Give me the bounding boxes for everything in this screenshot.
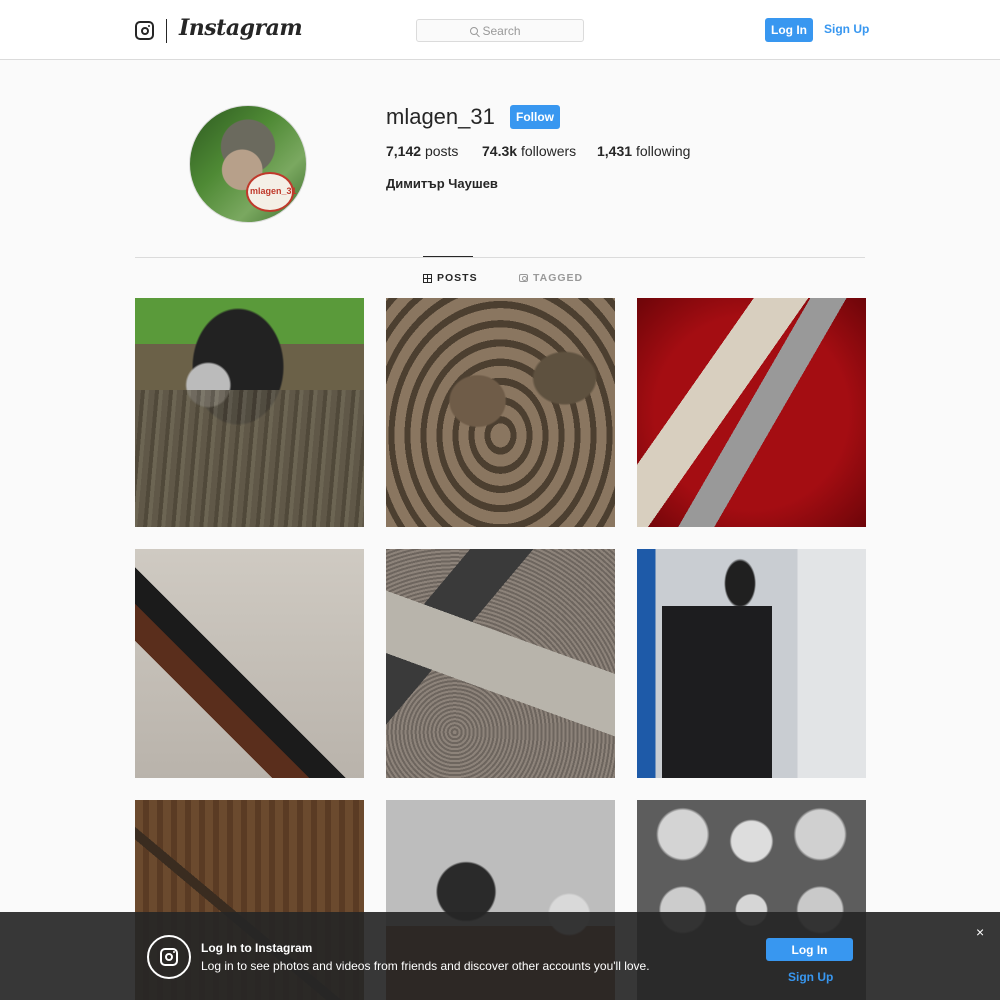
search-icon <box>469 26 478 35</box>
logo-divider <box>166 19 167 43</box>
post-thumbnail-knife[interactable] <box>637 298 866 527</box>
search-box[interactable] <box>416 19 584 42</box>
tabs-divider <box>135 257 865 258</box>
active-tab-indicator <box>423 256 473 257</box>
banner-signup-link[interactable]: Sign Up <box>788 970 833 984</box>
following-label: following <box>635 143 691 159</box>
following-count: 1,431 <box>597 143 633 159</box>
banner-description: Log in to see photos and videos from fri… <box>201 959 650 973</box>
banner-login-button[interactable]: Log In <box>766 938 853 961</box>
post-thumbnail-shotgun[interactable] <box>135 549 364 778</box>
tab-tagged-label: TAGGED <box>533 272 584 284</box>
search-input[interactable] <box>482 23 531 38</box>
banner-title: Log In to Instagram <box>201 941 313 955</box>
profile-avatar: mlagen_31 <box>189 105 307 223</box>
avatar-badge: mlagen_31 <box>246 172 297 212</box>
instagram-wordmark[interactable]: Instagram <box>179 15 303 41</box>
profile-full-name: Димитър Чаушев <box>386 176 498 191</box>
stat-posts: 7,142 posts <box>386 143 458 159</box>
post-thumbnail-shells[interactable] <box>386 298 615 527</box>
tab-posts-label: POSTS <box>437 272 478 284</box>
top-navigation-bar: Instagram Log In Sign Up <box>0 0 1000 60</box>
banner-camera-glyph <box>160 948 178 966</box>
tagged-icon <box>519 274 528 282</box>
stat-following[interactable]: 1,431 following <box>597 143 690 159</box>
login-button[interactable]: Log In <box>765 18 813 42</box>
close-icon[interactable]: × <box>976 924 984 940</box>
post-thumbnail-pistol[interactable] <box>386 549 615 778</box>
post-thumbnail-revolver[interactable] <box>135 298 364 527</box>
tab-tagged[interactable]: TAGGED <box>519 272 583 284</box>
grid-icon <box>423 273 432 283</box>
followers-label: followers <box>520 143 577 159</box>
avatar-badge-text: mlagen_31 <box>250 186 297 196</box>
instagram-camera-icon[interactable] <box>135 21 154 40</box>
follow-button[interactable]: Follow <box>510 105 560 129</box>
posts-count: 7,142 <box>386 143 422 159</box>
posts-label: posts <box>424 143 459 159</box>
stat-followers[interactable]: 74.3k followers <box>482 143 576 159</box>
post-thumbnail-armored-person[interactable] <box>637 549 866 778</box>
profile-username: mlagen_31 <box>386 104 495 129</box>
instagram-logo-icon <box>147 935 191 979</box>
signup-link[interactable]: Sign Up <box>824 22 869 36</box>
tab-posts[interactable]: POSTS <box>423 272 478 284</box>
login-banner: Log In to Instagram Log in to see photos… <box>0 912 1000 1000</box>
followers-count: 74.3k <box>482 143 518 159</box>
